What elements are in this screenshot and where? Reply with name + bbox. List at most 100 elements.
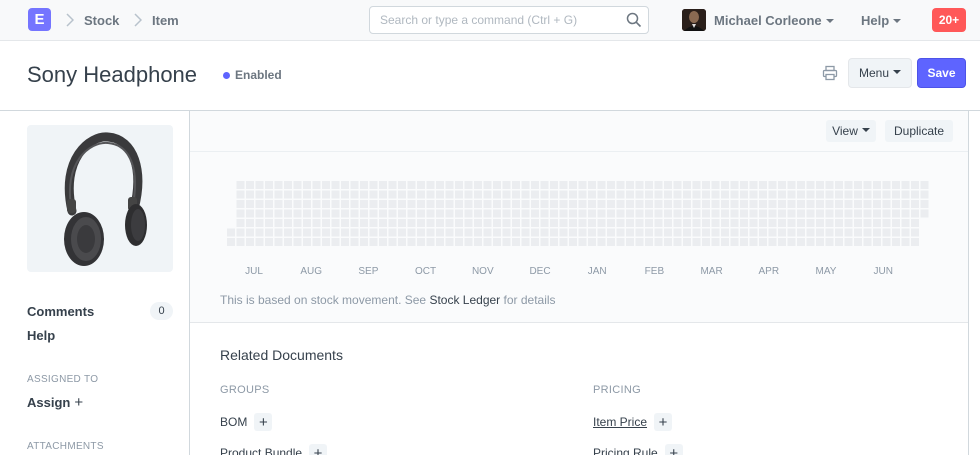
heatmap-cell — [455, 209, 463, 218]
heatmap-cell — [246, 209, 254, 218]
heatmap-cell — [521, 190, 530, 199]
heatmap-cell — [255, 190, 264, 199]
heatmap-cell — [797, 209, 805, 218]
print-icon[interactable] — [822, 65, 838, 81]
heatmap-cell — [683, 181, 691, 189]
help-menu[interactable]: Help — [861, 13, 902, 28]
heatmap-cell — [911, 228, 919, 237]
heatmap-cell — [293, 238, 302, 246]
heatmap-cell — [303, 228, 311, 237]
heatmap-cell — [588, 190, 596, 199]
heatmap-cell — [483, 190, 492, 199]
item-image[interactable] — [27, 125, 173, 272]
heatmap-cell — [825, 200, 834, 208]
heatmap-cell — [854, 190, 862, 199]
heatmap-month-label: APR — [759, 266, 780, 277]
heatmap-cell — [379, 228, 387, 237]
heatmap-cell — [398, 181, 406, 189]
heatmap-cell — [550, 190, 558, 199]
heatmap-cell — [873, 200, 881, 208]
item-price-link[interactable]: Item Price — [593, 415, 647, 429]
assign-button[interactable]: Assign + — [27, 394, 83, 411]
sidebar-help[interactable]: Help — [27, 328, 55, 343]
heatmap-cell — [550, 200, 558, 208]
menu-button[interactable]: Menu — [848, 58, 912, 88]
heatmap-cell — [236, 219, 245, 227]
heatmap-cell — [521, 200, 530, 208]
product-bundle-link[interactable]: Product Bundle — [220, 446, 302, 455]
heatmap-cell — [882, 238, 891, 246]
heatmap-cell — [464, 228, 473, 237]
heatmap-cell — [265, 200, 273, 208]
add-item-price-button[interactable]: + — [654, 413, 673, 431]
heatmap-cell — [683, 209, 691, 218]
heatmap-cell — [531, 219, 539, 227]
heatmap-cell — [721, 200, 729, 208]
heatmap-cell — [711, 181, 720, 189]
breadcrumb-stock[interactable]: Stock — [84, 13, 119, 28]
stock-ledger-link[interactable]: Stock Ledger — [429, 293, 500, 307]
heatmap-cell — [816, 190, 824, 199]
breadcrumb-item[interactable]: Item — [152, 13, 179, 28]
notification-badge[interactable]: 20+ — [932, 8, 966, 32]
heatmap-cell — [559, 228, 568, 237]
heatmap-cell — [901, 200, 910, 208]
heatmap-cell — [892, 190, 900, 199]
headphone-image — [64, 131, 147, 266]
heatmap-cell — [806, 209, 815, 218]
user-menu[interactable]: Michael Corleone — [714, 13, 834, 28]
heatmap-cell — [426, 238, 435, 246]
heatmap-cell — [493, 190, 501, 199]
heatmap-cell — [512, 181, 520, 189]
status-indicator-dot — [223, 72, 230, 79]
add-pricing-rule-button[interactable]: + — [664, 444, 683, 455]
heatmap-cell — [901, 190, 910, 199]
heatmap-cell — [911, 238, 919, 246]
heatmap-cell — [901, 228, 910, 237]
heatmap-cell — [369, 190, 378, 199]
user-avatar[interactable] — [682, 9, 706, 31]
heatmap-cell — [730, 209, 739, 218]
pricing-rule-link[interactable]: Pricing Rule — [593, 446, 658, 455]
save-button[interactable]: Save — [917, 58, 966, 88]
heatmap-cell — [854, 181, 862, 189]
heatmap-cell — [806, 238, 815, 246]
heatmap-cell — [749, 238, 758, 246]
add-product-bundle-button[interactable]: + — [309, 444, 328, 455]
heatmap-cell — [388, 228, 397, 237]
search-input[interactable] — [370, 7, 620, 33]
heatmap-cell — [407, 209, 416, 218]
heatmap-cell — [455, 228, 463, 237]
heatmap-cell — [673, 190, 682, 199]
heatmap-cell — [626, 200, 634, 208]
heatmap-cell — [445, 228, 454, 237]
heatmap-cell — [673, 238, 682, 246]
app-logo[interactable]: E — [28, 8, 51, 31]
heatmap-cell — [616, 238, 625, 246]
heatmap-cell — [873, 190, 881, 199]
heatmap-cell — [635, 200, 644, 208]
heatmap-cell — [293, 209, 302, 218]
related-item-price: Item Price + — [593, 413, 673, 431]
heatmap-cell — [787, 228, 796, 237]
heatmap-cell — [626, 190, 634, 199]
heatmap-cell — [540, 219, 549, 227]
heatmap-cell — [911, 219, 919, 227]
heatmap-cell — [407, 228, 416, 237]
search-icon[interactable] — [626, 12, 642, 28]
heatmap-cell — [331, 181, 340, 189]
view-button[interactable]: View — [826, 120, 876, 142]
heatmap-cell — [293, 190, 302, 199]
duplicate-button[interactable]: Duplicate — [885, 120, 953, 142]
heatmap-cell — [521, 228, 530, 237]
heatmap-cell — [417, 181, 425, 189]
heatmap-cell — [531, 228, 539, 237]
plus-icon: + — [74, 394, 84, 411]
add-bom-button[interactable]: + — [254, 413, 273, 431]
heatmap-cell — [341, 219, 349, 227]
sidebar-comments[interactable]: Comments — [27, 304, 94, 319]
heatmap-cell — [474, 228, 482, 237]
heatmap-cell — [322, 200, 330, 208]
heatmap-cell — [683, 238, 691, 246]
bom-link[interactable]: BOM — [220, 415, 247, 429]
